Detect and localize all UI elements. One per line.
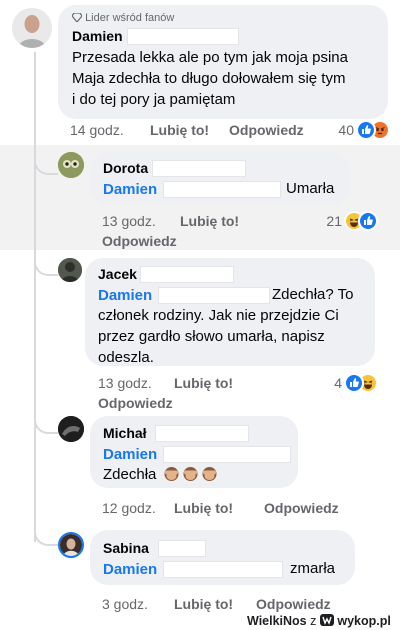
redaction-box: [152, 160, 246, 177]
avatar[interactable]: [58, 152, 84, 178]
avatar[interactable]: [58, 532, 84, 558]
redaction-box: [155, 425, 249, 442]
wykop-logo-icon: [319, 614, 337, 628]
redaction-box: [158, 287, 270, 304]
comment-text-line: i do tej pory ja pamiętam: [72, 91, 236, 108]
like-reaction-icon: [344, 373, 364, 393]
comment-author[interactable]: Damien: [72, 28, 123, 44]
redaction-box: [163, 561, 283, 578]
reply-button[interactable]: Odpowiedz: [264, 500, 339, 516]
thread-line: [34, 52, 36, 542]
like-button[interactable]: Lubię to!: [174, 375, 233, 391]
badge-label: Lider wśród fanów: [85, 12, 175, 24]
comment-author[interactable]: Jacek: [98, 266, 137, 282]
like-button[interactable]: Lubię to!: [150, 122, 209, 138]
comment-text: Zdechła: [103, 466, 157, 483]
comment-text: Umarła: [286, 180, 335, 197]
redaction-box: [127, 28, 239, 45]
reaction-count[interactable]: 21: [320, 213, 342, 229]
comment-time[interactable]: 13 godz.: [102, 213, 156, 229]
comment-text-line: Zdechła? To: [272, 286, 354, 303]
comment-author[interactable]: Michał: [103, 425, 147, 441]
comment-text-line: Maja zdechła to długo dołowałem się tym: [72, 70, 346, 87]
like-button[interactable]: Lubię to!: [174, 500, 233, 516]
avatar[interactable]: [12, 8, 52, 48]
reaction-count[interactable]: 40: [330, 122, 354, 138]
avatar[interactable]: [58, 416, 84, 442]
thread-branch: [34, 526, 58, 546]
comment-text-line: członek rodziny. Jak nie przejdzie Ci: [98, 307, 339, 324]
reply-button[interactable]: Odpowiedz: [98, 395, 173, 411]
redaction-box: [158, 540, 206, 557]
diamond-icon: [71, 12, 85, 24]
like-button[interactable]: Lubię to!: [174, 596, 233, 612]
see-no-evil-monkey-icon: [182, 465, 199, 488]
comment-text-line: odeszla.: [98, 349, 154, 366]
mention-link[interactable]: Damien: [103, 446, 157, 463]
comment-text: zmarła: [290, 560, 336, 577]
like-reaction-icon: [356, 120, 376, 140]
comment-text-line: przez gardło słowo umarła, napisz: [98, 328, 325, 345]
comment-author[interactable]: Sabina: [103, 540, 149, 556]
mention-link[interactable]: Damien: [103, 181, 157, 198]
reply-button[interactable]: Odpowiedz: [256, 596, 331, 612]
comment-time[interactable]: 14 godz.: [70, 122, 124, 138]
comment-text-line: Przesada lekka ale po tym jak moja psina: [72, 49, 348, 66]
reaction-count[interactable]: 4: [320, 375, 342, 391]
see-no-evil-monkey-icon: [201, 465, 218, 488]
reply-button[interactable]: Odpowiedz: [102, 233, 177, 249]
comment-time[interactable]: 12 godz.: [102, 500, 156, 516]
watermark-user: WielkiNos: [247, 614, 307, 628]
watermark-site: wykop.pl: [337, 614, 391, 628]
source-watermark: WielkiNos z wykop.pl: [247, 614, 391, 628]
watermark-connector: z: [310, 614, 317, 628]
comment-author[interactable]: Dorota: [103, 160, 148, 176]
comment-text-line: Zdechła: [103, 464, 218, 488]
fan-badge: Lider wśród fanów: [71, 12, 175, 24]
avatar[interactable]: [58, 258, 82, 282]
redaction-box: [140, 266, 234, 283]
like-button[interactable]: Lubię to!: [180, 213, 239, 229]
redaction-box: [163, 181, 281, 198]
redaction-box: [163, 446, 291, 463]
mention-link[interactable]: Damien: [103, 561, 157, 578]
see-no-evil-monkey-icon: [163, 465, 180, 488]
mention-link[interactable]: Damien: [98, 287, 152, 304]
comment-time[interactable]: 3 godz.: [102, 596, 148, 612]
thread-branch: [34, 414, 58, 434]
comment-time[interactable]: 13 godz.: [98, 375, 152, 391]
reply-button[interactable]: Odpowiedz: [229, 122, 304, 138]
like-reaction-icon: [358, 211, 378, 231]
